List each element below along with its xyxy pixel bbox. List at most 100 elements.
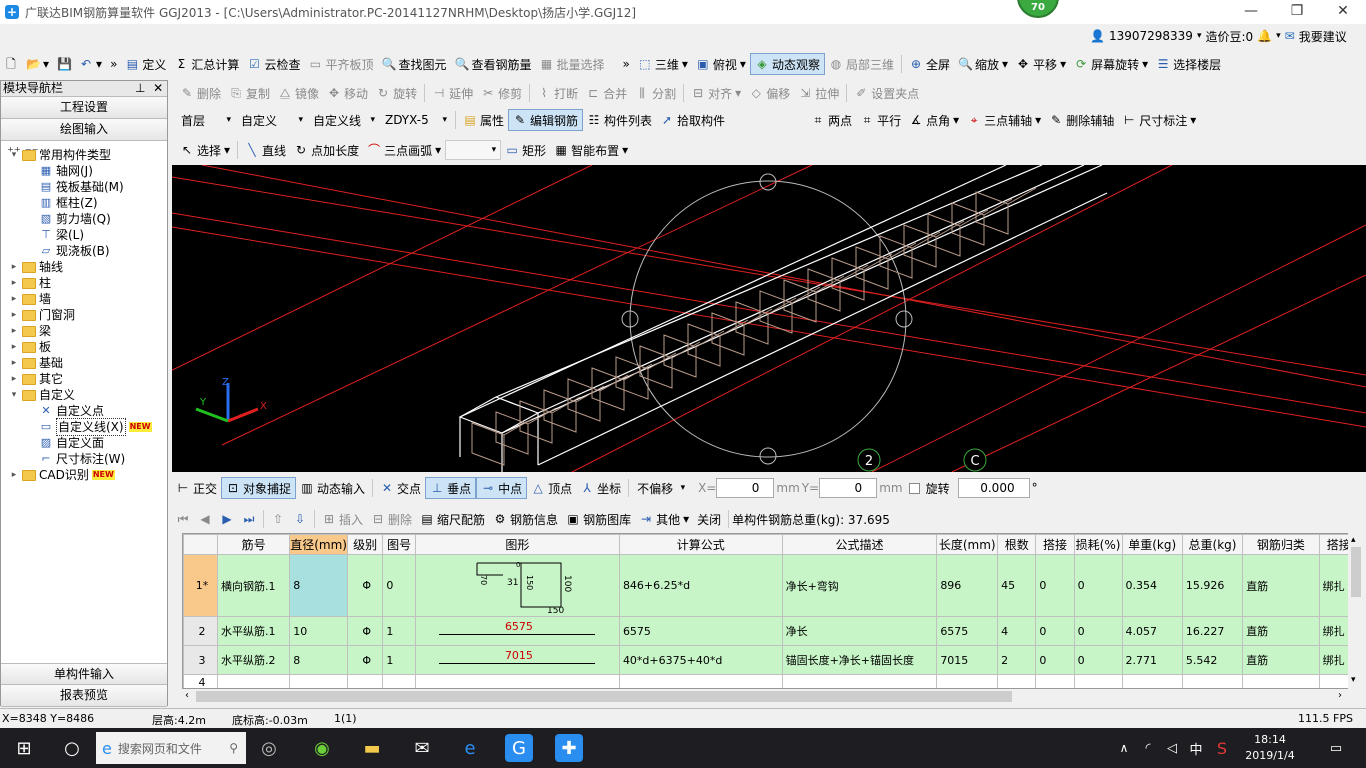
table-cell[interactable]: 4.057 — [1121, 616, 1183, 646]
column-header[interactable]: 直径(mm) — [289, 534, 348, 555]
table-cell[interactable]: Φ — [346, 645, 384, 675]
arc-mode-select[interactable]: ▾ — [445, 140, 502, 160]
close-button[interactable]: ✕ — [1320, 0, 1366, 24]
tree-item[interactable]: ⌐ 尺寸标注(W) — [39, 451, 125, 467]
tree-item[interactable]: ▸ 门窗洞 — [9, 307, 75, 323]
dimension-button[interactable]: ⊢ 尺寸标注 ▾ — [1118, 109, 1200, 131]
table-cell[interactable]: 8 — [289, 645, 348, 675]
column-header[interactable] — [183, 534, 218, 555]
table-cell[interactable] — [997, 674, 1037, 688]
trim-button[interactable]: ✂ 修剪 — [477, 82, 526, 104]
row-header[interactable]: 4 — [183, 674, 218, 688]
insert-row-button[interactable]: ⊞ 插入 — [318, 508, 367, 530]
clock[interactable]: 18:14 2019/1/4 — [1240, 732, 1300, 764]
move-down-button[interactable]: ⇩ — [289, 508, 311, 530]
table-cell[interactable]: 净长+弯钩 — [781, 554, 938, 617]
column-header[interactable]: 长度(mm) — [936, 534, 999, 555]
cloud-check-button[interactable]: ☑ 云检查 — [243, 53, 304, 75]
scroll-right-icon[interactable]: › — [1338, 690, 1342, 701]
rebar-library-button[interactable]: ▣ 钢筋图库 — [562, 508, 635, 530]
more-icon[interactable]: » — [106, 53, 121, 75]
table-cell[interactable]: 0.354 — [1121, 554, 1183, 617]
midpoint-button[interactable]: ⊸ 中点 — [476, 477, 528, 499]
select-floor-button[interactable]: ☰ 选择楼层 — [1152, 53, 1225, 75]
3d-viewport[interactable]: 2 C Z X Y — [172, 165, 1366, 472]
expand-icon[interactable]: ▸ — [9, 355, 19, 371]
notification-icon[interactable]: ▭ — [1322, 734, 1350, 762]
vertex-button[interactable]: △ 顶点 — [527, 477, 576, 499]
table-cell[interactable]: 6575 — [936, 616, 999, 646]
move-up-button[interactable]: ⇧ — [267, 508, 289, 530]
set-grip-button[interactable]: ✐ 设置夹点 — [850, 82, 923, 104]
tree-item[interactable]: ▸ CAD识别 NEW — [9, 467, 115, 483]
tree-item[interactable]: ▦ 轴网(J) — [39, 163, 93, 179]
3d-view-button[interactable]: ⬚ 三维 ▾ — [634, 53, 692, 75]
more-icon[interactable]: » — [619, 53, 634, 75]
table-cell[interactable]: 7015 — [936, 645, 999, 675]
expand-icon[interactable]: ▸ — [9, 275, 19, 291]
bell-icon[interactable]: 🔔 — [1257, 29, 1272, 43]
summary-calc-button[interactable]: Σ 汇总计算 — [170, 53, 243, 75]
tree-item[interactable]: ▸ 墙 — [9, 291, 51, 307]
glodon-g-icon[interactable]: G — [505, 734, 533, 762]
column-header[interactable]: 公式描述 — [781, 534, 938, 555]
component-list-button[interactable]: ☷ 构件列表 — [583, 109, 656, 131]
table-row[interactable]: 2 水平纵筋.1 10 Φ 1 6575 6575 净长 6575 4 0 0 4.057 16.227 直… — [183, 616, 1359, 646]
table-cell[interactable]: 846+6.25*d — [618, 554, 783, 617]
x-input[interactable]: 0 — [716, 478, 775, 498]
table-row[interactable]: 3 水平纵筋.2 8 Φ 1 7015 40*d+6375+40*d 锚固长度+净长+锚固长度… — [183, 645, 1359, 675]
table-cell[interactable]: 直筋 — [1242, 645, 1320, 675]
rectangle-button[interactable]: ▭ 矩形 — [501, 139, 550, 161]
parallel-button[interactable]: ⌗ 平行 — [856, 109, 905, 131]
table-cell[interactable]: 0 — [382, 554, 416, 617]
table-cell[interactable] — [936, 674, 999, 688]
table-cell[interactable]: 2 — [997, 645, 1037, 675]
user-phone[interactable]: 13907298339 — [1109, 29, 1193, 43]
pick-component-button[interactable]: ➚ 拾取构件 — [656, 109, 729, 131]
horizontal-scrollbar[interactable]: ‹ › — [182, 689, 1360, 704]
table-cell[interactable]: Φ — [346, 616, 384, 646]
edge-browser-icon[interactable]: e — [456, 734, 484, 762]
zoom-button[interactable]: 🔍 缩放 ▾ — [954, 53, 1012, 75]
tree-item[interactable]: ▾ 自定义 — [9, 387, 75, 403]
column-header[interactable]: 搭接 — [1035, 534, 1075, 555]
delete-row-button[interactable]: ⊟ 删除 — [367, 508, 416, 530]
table-cell[interactable] — [346, 674, 384, 688]
tree-item[interactable]: ✕ 自定义点 — [39, 403, 104, 419]
windows-start-icon[interactable]: ⊞ — [10, 734, 38, 762]
fullscreen-button[interactable]: ⊕ 全屏 — [905, 53, 954, 75]
tree-item[interactable]: ▸ 板 — [9, 339, 51, 355]
tree-item[interactable]: ▸ 梁 — [9, 323, 51, 339]
undo-button[interactable]: ↶ ▾ — [75, 53, 106, 75]
table-cell[interactable] — [382, 674, 416, 688]
table-cell[interactable]: 横向钢筋.1 — [216, 554, 291, 617]
stretch-button[interactable]: ⇲ 拉伸 — [794, 82, 843, 104]
y-input[interactable]: 0 — [819, 478, 878, 498]
viewport-canvas[interactable]: 2 C Z X Y — [172, 165, 1366, 472]
point-length-button[interactable]: ↻ 点加长度 — [290, 139, 363, 161]
drawing-input-button[interactable]: 绘图输入 — [1, 119, 167, 141]
suggest-link[interactable]: 我要建议 — [1299, 28, 1347, 45]
table-cell[interactable]: 45 — [997, 554, 1037, 617]
first-row-button[interactable]: ⏮ — [172, 508, 194, 530]
table-cell[interactable] — [1121, 674, 1183, 688]
ime-indicator[interactable]: 中 — [1182, 734, 1210, 762]
collapse-icon[interactable]: ▾ — [9, 147, 19, 163]
close-grid-button[interactable]: 关闭 — [693, 508, 725, 530]
table-row[interactable]: 1* 横向钢筋.1 8 Φ 0 70 31 150 100 150 0 846+6.25*d 净长+弯钩… — [183, 554, 1359, 617]
project-settings-button[interactable]: 工程设置 — [1, 97, 167, 119]
move-button[interactable]: ✥ 移动 — [323, 82, 372, 104]
table-cell[interactable] — [1073, 674, 1123, 688]
edit-rebar-button[interactable]: ✎ 编辑钢筋 — [508, 109, 584, 131]
table-cell[interactable]: 直筋 — [1242, 616, 1320, 646]
column-header[interactable]: 总重(kg) — [1181, 534, 1244, 555]
line-button[interactable]: ╲ 直线 — [241, 139, 290, 161]
flush-slab-button[interactable]: ▭ 平齐板顶 — [304, 53, 377, 75]
sogou-icon[interactable]: S — [1208, 734, 1236, 762]
tree-item[interactable]: ▤ 筏板基础(M) — [39, 179, 124, 195]
rebar-info-button[interactable]: ⚙ 钢筋信息 — [489, 508, 562, 530]
floor-select[interactable]: 首层 ▾ — [176, 110, 236, 130]
chevron-down-icon[interactable]: ▾ — [1276, 31, 1281, 41]
dynamic-input-button[interactable]: ▥ 动态输入 — [296, 477, 369, 499]
tree-item[interactable]: ▸ 柱 — [9, 275, 51, 291]
